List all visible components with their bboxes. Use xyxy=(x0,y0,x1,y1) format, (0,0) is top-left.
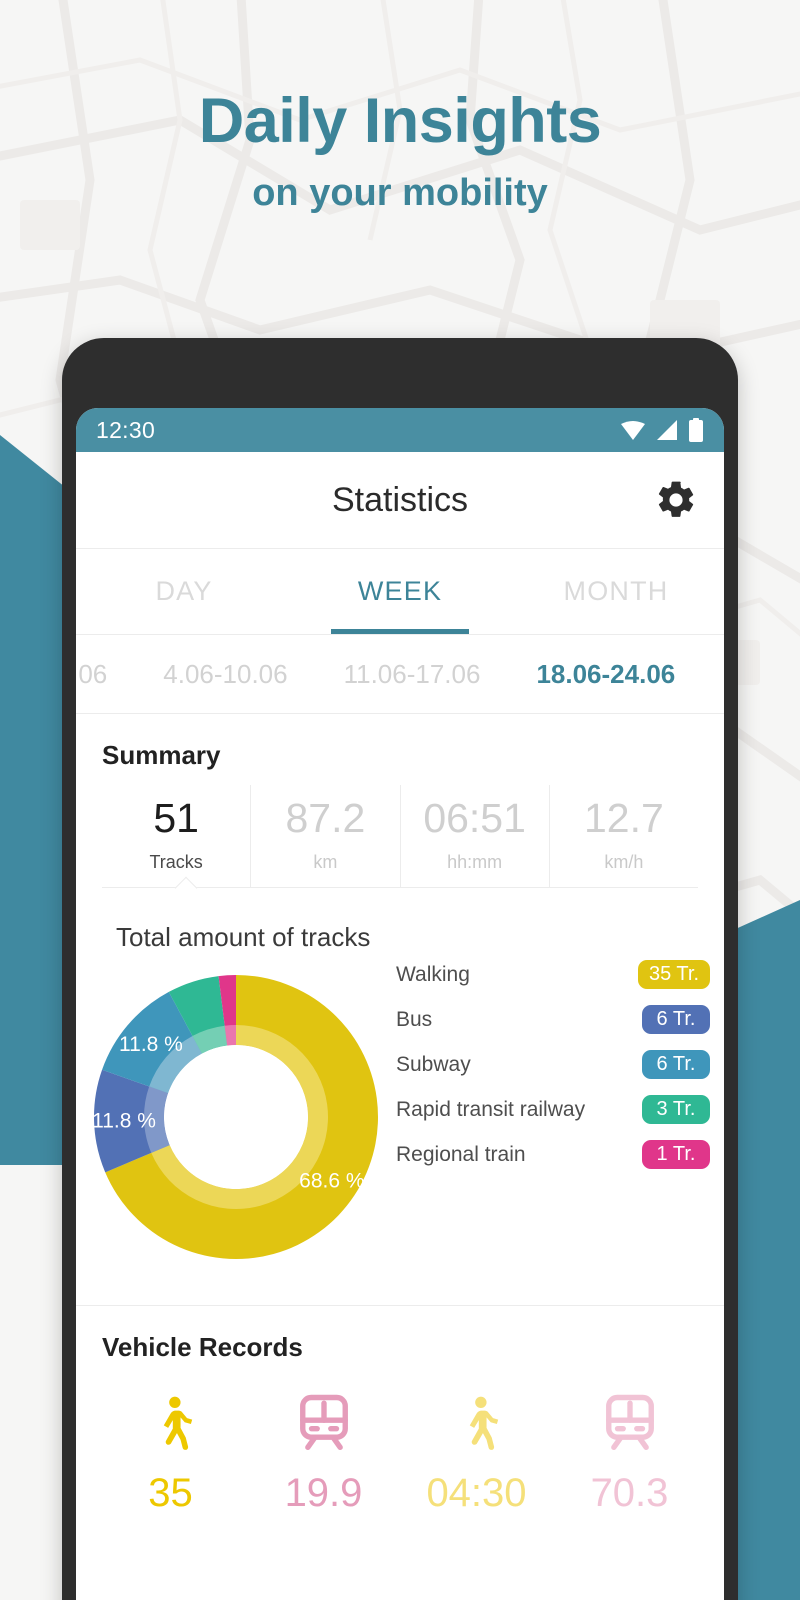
legend-label-subway: Subway xyxy=(396,1052,471,1076)
tab-day[interactable]: DAY xyxy=(76,549,292,634)
phone-mockup: 12:30 Statistics DAY WEEK MONTH 06 4.06-… xyxy=(62,338,738,1600)
legend-badge-bus: 6 Tr. xyxy=(642,1005,710,1035)
summary-value-speed: 12.7 xyxy=(583,795,664,841)
period-tabs[interactable]: DAY WEEK MONTH xyxy=(76,548,724,634)
walking-icon xyxy=(446,1381,508,1465)
cellular-signal-icon xyxy=(657,420,677,440)
legend-item-walking[interactable]: Walking 35 Tr. xyxy=(396,957,710,993)
tab-week[interactable]: WEEK xyxy=(292,549,508,634)
donut-chart-svg: 68.6 % 11.8 % 11.8 % xyxy=(92,975,378,1260)
summary-cell-tracks[interactable]: 51 Tracks xyxy=(102,785,250,887)
legend-label-walking: Walking xyxy=(396,962,470,986)
donut-percent-label: 11.8 % xyxy=(119,1033,183,1056)
legend-label-regional-train: Regional train xyxy=(396,1142,526,1166)
chart-area: 68.6 % 11.8 % 11.8 % Walking 35 Tr. Bus 6 … xyxy=(76,953,724,1297)
page-title: Statistics xyxy=(331,480,469,519)
chart-legend: Walking 35 Tr. Bus 6 Tr. Subway 6 Tr. Ra… xyxy=(396,957,724,1182)
donut-chart[interactable]: 68.6 % 11.8 % 11.8 % xyxy=(76,967,396,1267)
chart-title: Total amount of tracks xyxy=(116,922,371,953)
legend-item-subway[interactable]: Subway 6 Tr. xyxy=(396,1047,710,1083)
summary-cell-distance[interactable]: 87.2 km xyxy=(250,785,399,888)
donut-percent-label: 11.8 % xyxy=(92,1110,156,1133)
legend-badge-subway: 6 Tr. xyxy=(642,1050,710,1080)
summary-unit-duration: hh:mm xyxy=(447,852,503,873)
date-range-selector[interactable]: -3.06 4.06-10.06 11.06-17.06 18.06-24.06 xyxy=(76,634,724,714)
status-bar-time: 12:30 xyxy=(96,416,156,443)
tab-month[interactable]: MONTH xyxy=(508,549,724,634)
vehicle-record-train-speed[interactable]: 70.3 xyxy=(553,1381,706,1516)
vehicle-record-value-train-speed: 70.3 xyxy=(590,1471,669,1516)
walking-icon xyxy=(140,1381,202,1465)
legend-item-bus[interactable]: Bus 6 Tr. xyxy=(396,1002,710,1038)
app-bar: Statistics xyxy=(76,452,724,548)
legend-badge-walking: 35 Tr. xyxy=(637,960,710,990)
vehicle-record-train-distance[interactable]: 19.9 xyxy=(247,1381,400,1516)
train-icon xyxy=(596,1381,664,1465)
legend-badge-regional-train: 1 Tr. xyxy=(642,1140,710,1170)
tab-day-label: DAY xyxy=(155,576,213,606)
summary-unit-tracks: Tracks xyxy=(149,852,203,873)
date-range-item-0[interactable]: -3.06 xyxy=(76,659,135,690)
date-range-item-1[interactable]: 4.06-10.06 xyxy=(135,659,315,690)
legend-label-rapid-transit-railway: Rapid transit railway xyxy=(396,1097,586,1121)
summary-title: Summary xyxy=(102,740,221,770)
vehicle-records-section: Vehicle Records 35 19.9 04:30 70.3 xyxy=(76,1306,724,1517)
summary-value-tracks: 51 xyxy=(153,795,199,841)
date-range-item-2[interactable]: 11.06-17.06 xyxy=(316,659,509,690)
battery-icon xyxy=(689,418,703,442)
wifi-icon xyxy=(621,421,645,440)
vehicle-record-value-walking-count: 35 xyxy=(148,1471,193,1516)
vehicle-record-value-train-distance: 19.9 xyxy=(284,1471,363,1516)
phone-screen: 12:30 Statistics DAY WEEK MONTH 06 4.06-… xyxy=(76,408,724,1600)
summary-cell-speed[interactable]: 12.7 km/h xyxy=(548,785,698,888)
donut-percent-label: 68.6 % xyxy=(299,1170,364,1193)
promo-headline: Daily Insights xyxy=(198,86,602,156)
legend-item-rapid-transit-railway[interactable]: Rapid transit railway 3 Tr. xyxy=(396,1092,710,1128)
tab-week-label: WEEK xyxy=(357,576,443,606)
vehicle-record-walking-count[interactable]: 35 xyxy=(94,1381,247,1516)
vehicle-records-title: Vehicle Records xyxy=(102,1332,303,1363)
train-icon xyxy=(290,1381,358,1465)
summary-metrics: 51 Tracks 87.2 km 06:51 hh:mm 12.7 km/h xyxy=(76,771,724,888)
vehicle-record-value-walking-duration: 04:30 xyxy=(426,1471,527,1516)
summary-divider xyxy=(102,876,698,900)
summary-unit-distance: km xyxy=(313,852,338,873)
promo-headline-block: Daily Insights on your mobility xyxy=(0,88,800,215)
date-range-item-3[interactable]: 18.06-24.06 xyxy=(508,659,695,690)
gear-icon xyxy=(658,481,694,517)
legend-item-regional-train[interactable]: Regional train 1 Tr. xyxy=(396,1137,710,1173)
summary-cell-duration[interactable]: 06:51 hh:mm xyxy=(399,785,549,888)
settings-button[interactable] xyxy=(654,478,698,522)
summary-value-distance: 87.2 xyxy=(285,795,366,841)
summary-value-duration: 06:51 xyxy=(423,795,526,841)
promo-subheadline: on your mobility xyxy=(252,172,548,215)
tracks-chart-card: Total amount of tracks 68.6 % 11.8 % 11.8 … xyxy=(76,888,724,1307)
legend-label-bus: Bus xyxy=(396,1007,433,1031)
vehicle-records-row: 35 19.9 04:30 70.3 xyxy=(76,1363,724,1516)
summary-unit-speed: km/h xyxy=(604,852,644,873)
tab-month-label: MONTH xyxy=(563,576,669,606)
status-bar: 12:30 xyxy=(76,408,724,452)
summary-section: Summary 51 Tracks 87.2 km 06:51 hh:mm 12… xyxy=(76,714,724,900)
status-bar-icons xyxy=(620,418,704,442)
legend-badge-rapid-transit-railway: 3 Tr. xyxy=(642,1095,710,1125)
vehicle-record-walking-duration[interactable]: 04:30 xyxy=(400,1381,553,1516)
promo-screenshot: Daily Insights on your mobility 12:30 St… xyxy=(0,0,800,1600)
